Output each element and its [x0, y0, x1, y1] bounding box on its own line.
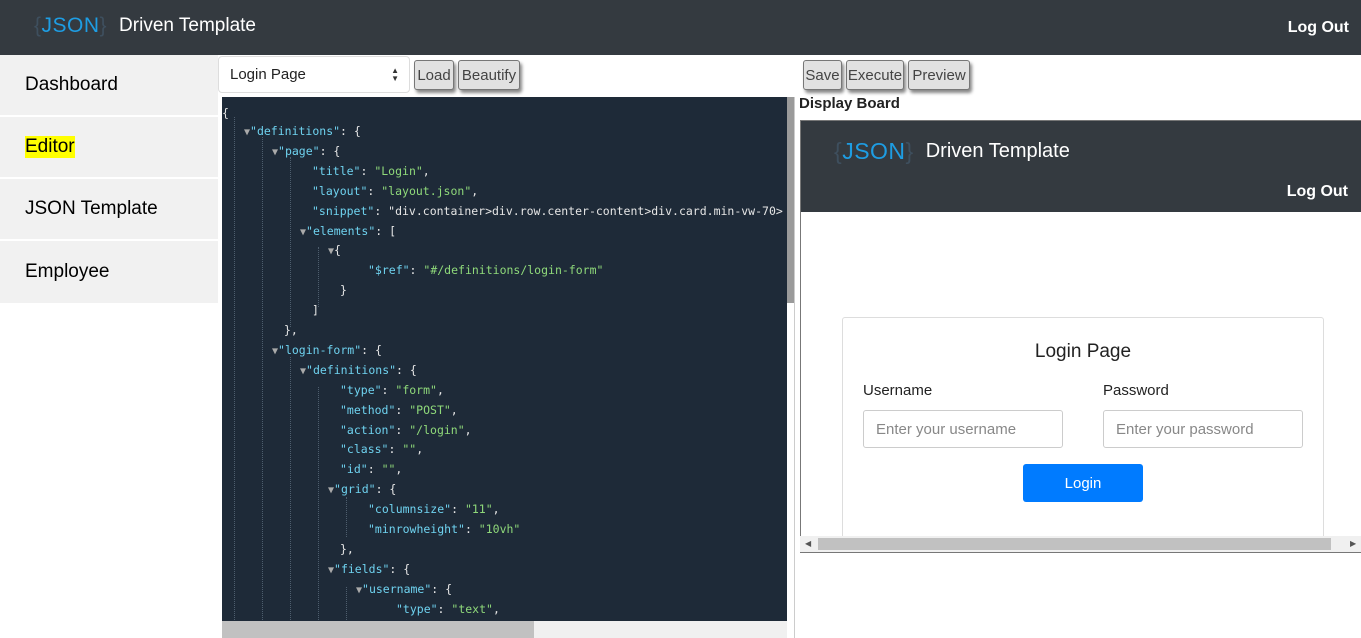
beautify-button[interactable]: Beautify	[458, 60, 520, 90]
code-line[interactable]: "method": "POST",	[340, 400, 458, 420]
preview-top-bar: {JSON} Driven Template Log Out	[801, 121, 1361, 212]
panel-divider[interactable]	[794, 97, 795, 638]
display-board-preview: {JSON} Driven Template Log Out Login Pag…	[800, 120, 1361, 553]
fold-toggle-icon[interactable]: ▼	[328, 246, 334, 257]
code-line[interactable]: }	[340, 280, 347, 300]
preview-brand[interactable]: {JSON} Driven Template	[834, 138, 1070, 165]
username-input[interactable]: Enter your username	[863, 410, 1063, 448]
sidebar-item-label: Dashboard	[25, 74, 118, 95]
sidebar-item-label: JSON Template	[25, 198, 158, 219]
code-line[interactable]: "type": "text",	[396, 599, 500, 619]
template-select-value: Login Page	[230, 66, 306, 83]
display-board-label: Display Board	[799, 95, 900, 112]
login-card: Login Page Username Enter your username …	[842, 317, 1324, 552]
sidebar-item-employee[interactable]: Employee	[0, 241, 218, 305]
code-line[interactable]: "$ref": "#/definitions/login-form"	[368, 260, 603, 280]
template-select[interactable]: Login Page ▲ ▼	[218, 56, 410, 93]
code-line[interactable]: ▼"login-form": {	[272, 340, 382, 360]
preview-button[interactable]: Preview	[908, 60, 970, 90]
password-label: Password	[1103, 382, 1169, 399]
indent-guide	[318, 387, 319, 638]
code-line[interactable]: ▼"page": {	[272, 141, 340, 161]
code-line[interactable]: ▼"definitions": {	[244, 121, 361, 141]
code-line[interactable]: {	[222, 103, 229, 123]
code-vertical-scroll-thumb[interactable]	[787, 97, 794, 303]
code-line[interactable]: ▼"elements": [	[300, 221, 396, 241]
indent-guide	[346, 497, 347, 537]
scroll-right-icon[interactable]: ▶	[1350, 536, 1356, 552]
sidebar: Dashboard Editor JSON Template Employee	[0, 55, 218, 305]
code-line[interactable]: "class": "",	[340, 439, 423, 459]
code-line[interactable]: ▼"username": {	[356, 579, 452, 599]
indent-guide	[290, 357, 291, 638]
brand[interactable]: {JSON} Driven Template	[34, 13, 256, 39]
top-bar: {JSON} Driven Template Log Out	[0, 0, 1361, 55]
code-line[interactable]: },	[284, 320, 298, 340]
logout-link[interactable]: Log Out	[1288, 19, 1349, 37]
code-line[interactable]: ]	[312, 300, 319, 320]
json-logo: {JSON}	[34, 14, 108, 37]
login-button[interactable]: Login	[1023, 464, 1143, 502]
scroll-left-icon[interactable]: ◀	[805, 536, 811, 552]
indent-guide	[290, 157, 291, 327]
code-line[interactable]: "id": "",	[340, 459, 402, 479]
code-line[interactable]: },	[340, 539, 354, 559]
execute-button[interactable]: Execute	[846, 60, 904, 90]
code-line[interactable]: "columnsize": "11",	[368, 499, 500, 519]
code-line[interactable]: ▼{	[328, 240, 341, 260]
code-horizontal-scroll-thumb[interactable]	[222, 621, 534, 638]
code-line[interactable]: "layout": "layout.json",	[312, 181, 478, 201]
app-title: Driven Template	[119, 15, 256, 36]
code-line[interactable]: "title": "Login",	[312, 161, 430, 181]
preview-logout-link[interactable]: Log Out	[1287, 183, 1348, 201]
indent-guide	[234, 117, 235, 638]
sidebar-item-editor[interactable]: Editor	[0, 117, 218, 179]
json-logo: {JSON}	[834, 138, 914, 164]
preview-app-title: Driven Template	[925, 140, 1070, 162]
select-arrows-icon: ▲ ▼	[391, 66, 399, 83]
sidebar-item-json-template[interactable]: JSON Template	[0, 179, 218, 241]
sidebar-item-label: Editor	[25, 136, 75, 158]
indent-guide	[262, 137, 263, 638]
code-line[interactable]: "type": "form",	[340, 380, 444, 400]
load-button[interactable]: Load	[414, 60, 454, 90]
code-line[interactable]: "minrowheight": "10vh"	[368, 519, 520, 539]
login-card-title: Login Page	[1034, 341, 1132, 362]
code-line[interactable]: "snippet": "div.container>div.row.center…	[312, 201, 783, 221]
code-line[interactable]: ▼"definitions": {	[300, 360, 417, 380]
json-code-editor[interactable]: {▼"definitions": {▼"page": {"title": "Lo…	[222, 97, 787, 638]
code-line[interactable]: ▼"grid": {	[328, 479, 396, 499]
save-button[interactable]: Save	[803, 60, 842, 90]
indent-guide	[318, 247, 319, 307]
username-label: Username	[863, 382, 933, 399]
preview-horizontal-scroll-thumb[interactable]	[818, 538, 1331, 550]
password-input[interactable]: Enter your password	[1103, 410, 1303, 448]
sidebar-item-dashboard[interactable]: Dashboard	[0, 55, 218, 117]
sidebar-item-label: Employee	[25, 261, 110, 282]
code-line[interactable]: ▼"fields": {	[328, 559, 410, 579]
code-line[interactable]: "action": "/login",	[340, 420, 472, 440]
